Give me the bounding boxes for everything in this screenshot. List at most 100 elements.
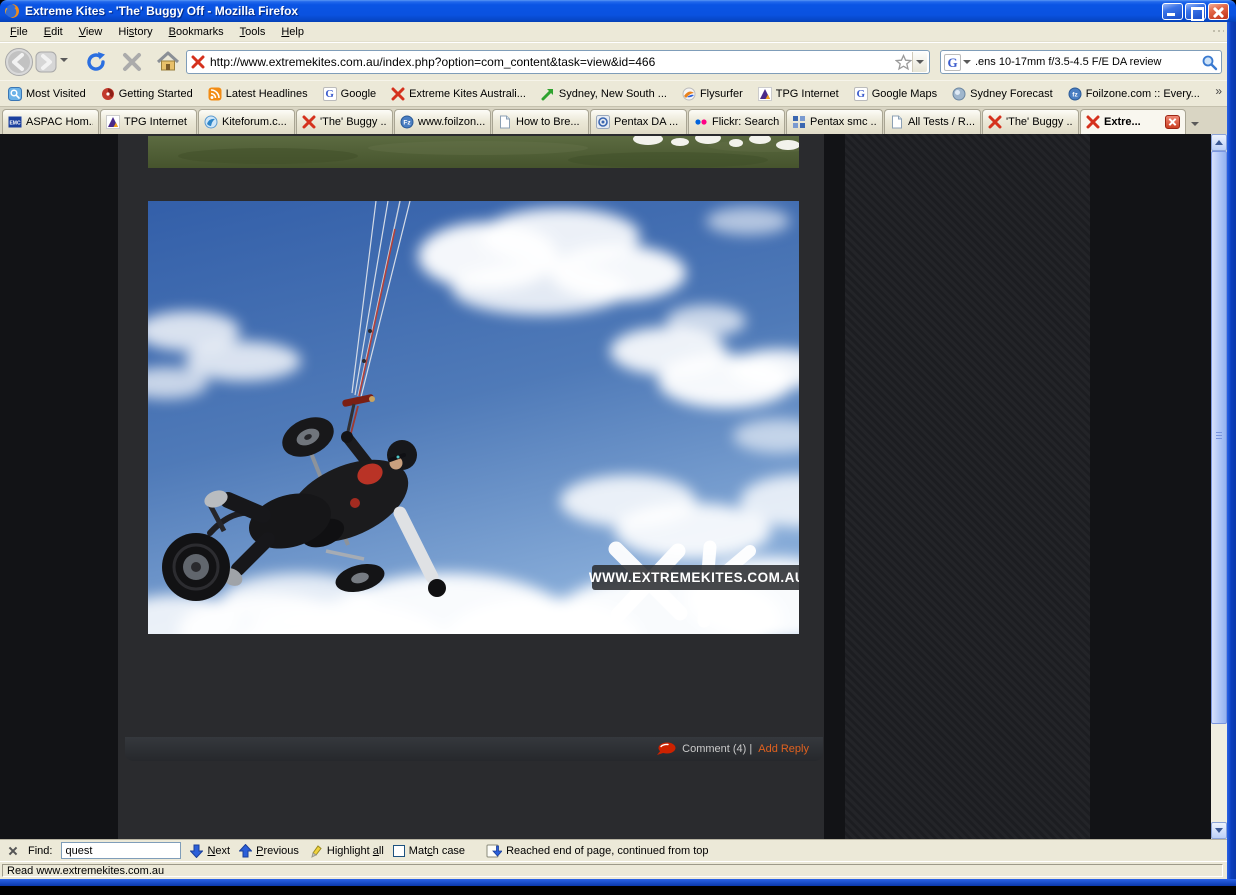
forward-button[interactable] — [35, 51, 57, 73]
menu-view[interactable]: View — [71, 23, 111, 41]
bookmarks-overflow-chevron[interactable]: » — [1215, 84, 1222, 98]
menu-bookmarks[interactable]: Bookmarks — [161, 23, 232, 41]
rss-icon — [208, 87, 222, 101]
bookmark-latest-headlines[interactable]: Latest Headlines — [208, 87, 308, 101]
pentax-smc-icon — [792, 115, 806, 129]
vertical-scrollbar[interactable] — [1211, 134, 1227, 839]
search-magnifier-icon[interactable] — [1201, 54, 1218, 71]
search-engine-icon[interactable]: G — [944, 54, 961, 71]
find-match-case[interactable]: Match case — [393, 845, 465, 857]
bookmark-google-maps[interactable]: G Google Maps — [854, 87, 937, 101]
menu-file[interactable]: File — [2, 23, 36, 41]
add-reply-link[interactable]: Add Reply — [758, 743, 809, 755]
comment-count[interactable]: Comment (4) | — [682, 743, 752, 755]
back-history-dropdown[interactable] — [60, 58, 68, 62]
forum-content-column: WWW.EXTREMEKITES.COM.AU Comment (4) | Ad… — [118, 134, 824, 839]
foilzone-icon: Fz — [400, 115, 414, 129]
bookmark-getting-started[interactable]: Getting Started — [101, 87, 193, 101]
getting-started-icon — [101, 87, 115, 101]
flickr-icon — [694, 115, 708, 129]
page-icon — [498, 115, 512, 129]
home-button[interactable] — [156, 50, 180, 74]
svg-text:EMC: EMC — [9, 121, 21, 127]
toolbar-grip — [1212, 29, 1224, 35]
location-bar[interactable] — [186, 50, 930, 74]
search-bar[interactable]: G — [940, 50, 1222, 74]
tab-extreme-kites-active[interactable]: Extre... — [1080, 109, 1186, 134]
tab-kiteforum[interactable]: Kiteforum.c... — [198, 109, 295, 134]
find-close-icon[interactable] — [7, 845, 19, 857]
reload-button[interactable] — [84, 50, 108, 74]
tab-flickr[interactable]: Flickr: Search — [688, 109, 785, 134]
watermark: WWW.EXTREMEKITES.COM.AU — [589, 565, 799, 590]
bookmark-sydney-forecast[interactable]: Sydney Forecast — [952, 87, 1053, 101]
bookmark-sydney-weather[interactable]: Sydney, New South ... — [541, 87, 667, 101]
find-input[interactable] — [61, 842, 181, 859]
bookmark-foilzone[interactable]: fz Foilzone.com :: Every... — [1068, 87, 1200, 101]
tab-list-dropdown-icon[interactable] — [1191, 122, 1199, 126]
tab-close-icon[interactable] — [1165, 115, 1180, 129]
tab-pentax-da[interactable]: Pentax DA ... — [590, 109, 687, 134]
back-button[interactable] — [4, 47, 34, 77]
tab-all-tests[interactable]: All Tests / R... — [884, 109, 981, 134]
close-button[interactable] — [1208, 3, 1229, 20]
chevron-down-icon — [1215, 828, 1223, 833]
menu-tools[interactable]: Tools — [232, 23, 274, 41]
find-next-button[interactable]: Next — [190, 844, 230, 858]
red-x-icon — [1086, 115, 1100, 129]
forecast-icon — [952, 87, 966, 101]
url-input[interactable] — [210, 55, 895, 69]
page-background-stripes — [845, 134, 1090, 839]
red-x-icon — [391, 87, 405, 101]
home-icon — [156, 50, 180, 74]
chevron-down-icon — [916, 60, 924, 64]
window-border-right — [1227, 22, 1236, 886]
stop-button[interactable] — [120, 50, 144, 74]
tab-how-to[interactable]: How to Bre... — [492, 109, 589, 134]
highlighter-icon — [308, 844, 323, 858]
browser-window: Extreme Kites - 'The' Buggy Off - Mozill… — [0, 0, 1236, 895]
svg-text:fz: fz — [1072, 91, 1078, 98]
search-input[interactable] — [975, 56, 1201, 68]
red-x-favicon — [191, 55, 205, 69]
find-highlight-button[interactable]: Highlight all — [308, 844, 384, 858]
bookmark-google[interactable]: G Google — [323, 87, 376, 101]
search-engine-dropdown-icon[interactable] — [963, 60, 971, 64]
match-case-checkbox[interactable] — [393, 845, 405, 857]
chevron-down-icon — [60, 58, 68, 62]
scrollbar-thumb[interactable] — [1211, 151, 1227, 724]
tab-tpg[interactable]: TPG Internet — [100, 109, 197, 134]
tab-foilzone[interactable]: Fz www.foilzon... — [394, 109, 491, 134]
location-history-dropdown[interactable] — [912, 52, 927, 72]
foilzone-icon: fz — [1068, 87, 1082, 101]
tab-strip: EMC ASPAC Hom... TPG Internet Kiteforum.… — [0, 106, 1236, 134]
find-label: Find: — [28, 845, 52, 857]
bookmark-most-visited[interactable]: Most Visited — [8, 87, 86, 101]
wrapped-search-icon — [486, 844, 502, 858]
speech-bubble-icon — [656, 742, 676, 757]
svg-text:WWW.EXTREMEKITES.COM.AU: WWW.EXTREMEKITES.COM.AU — [589, 570, 799, 585]
find-previous-button[interactable]: Previous — [239, 844, 299, 858]
find-bar: Find: Next Previous Highlight all Match … — [0, 839, 1227, 861]
menu-edit[interactable]: Edit — [36, 23, 71, 41]
tab-buggy-thread-2[interactable]: 'The' Buggy ... — [982, 109, 1079, 134]
bookmark-tpg[interactable]: TPG Internet — [758, 87, 839, 101]
tab-pentax-smc[interactable]: Pentax smc ... — [786, 109, 883, 134]
previous-up-arrow-icon — [239, 844, 252, 858]
tab-buggy-thread-1[interactable]: 'The' Buggy ... — [296, 109, 393, 134]
menu-history[interactable]: History — [110, 23, 160, 41]
bookmark-star-icon[interactable] — [895, 54, 912, 71]
comment-bar: Comment (4) | Add Reply — [125, 737, 823, 761]
maximize-button[interactable] — [1185, 3, 1206, 20]
grass-photo-fragment — [148, 136, 799, 168]
menu-help[interactable]: Help — [273, 23, 312, 41]
tab-aspac[interactable]: EMC ASPAC Hom... — [2, 109, 99, 134]
scroll-down-button[interactable] — [1211, 822, 1227, 839]
google-icon: G — [854, 87, 868, 101]
scroll-up-button[interactable] — [1211, 134, 1227, 151]
bookmark-extreme-kites[interactable]: Extreme Kites Australi... — [391, 87, 526, 101]
minimize-button[interactable] — [1162, 3, 1183, 20]
page-viewport: WWW.EXTREMEKITES.COM.AU Comment (4) | Ad… — [0, 134, 1236, 839]
forward-icon — [35, 51, 57, 73]
bookmark-flysurfer[interactable]: Flysurfer — [682, 87, 743, 101]
